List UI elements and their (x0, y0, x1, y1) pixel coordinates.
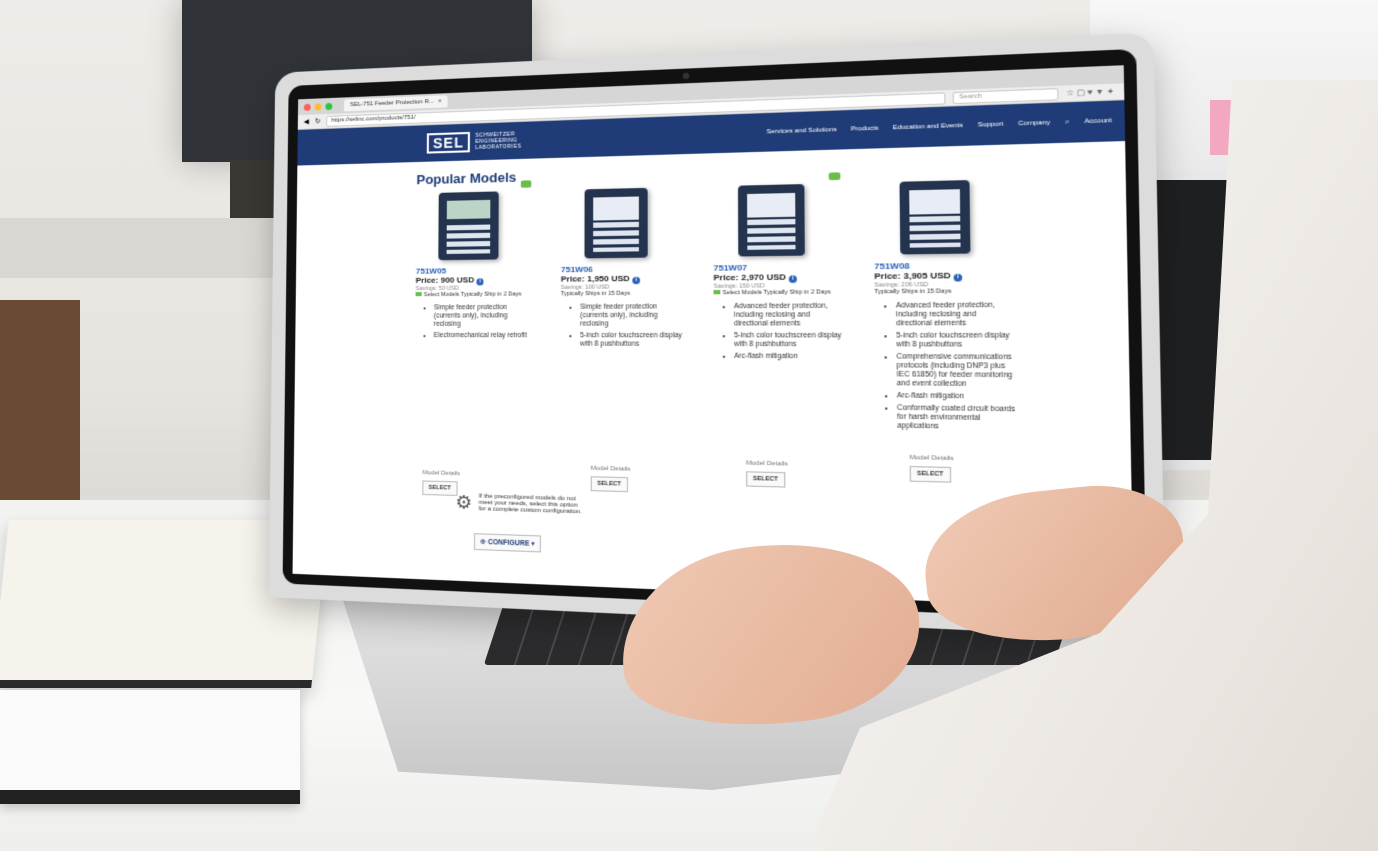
shipping-text: Select Models Typically Ship in 2 Days (722, 289, 831, 297)
model-details-link[interactable]: Model Details (422, 470, 460, 477)
feature-list: Simple feeder protection (currents only)… (561, 303, 687, 349)
feature-item: Advanced feeder protection, including re… (896, 301, 1015, 328)
feature-item: Electromechanical relay retrofit (434, 332, 535, 340)
nav-support[interactable]: Support (978, 121, 1004, 130)
nav-services[interactable]: Services and Solutions (766, 126, 836, 136)
info-icon[interactable]: i (953, 273, 963, 282)
model-card: 751W08 Price: 3,905 USD i Savings: 206 U… (873, 179, 1016, 483)
model-shipping: Typically Ships in 15 Days (874, 288, 952, 296)
background-desk (0, 218, 300, 278)
browser-search-input[interactable]: Search (952, 87, 1059, 104)
model-details-link[interactable]: Model Details (591, 466, 631, 473)
feature-item: Simple feeder protection (currents only)… (434, 304, 535, 329)
price-text: Price: 2,970 USD (713, 272, 787, 283)
fast-ship-icon (828, 172, 841, 181)
minimize-window-icon[interactable] (314, 102, 322, 111)
select-button[interactable]: SELECT (746, 471, 786, 488)
papers-stack (0, 690, 300, 804)
shipping-text: Select Models Typically Ship in 2 Days (423, 291, 522, 299)
nav-account[interactable]: Account (1084, 117, 1112, 126)
feature-list: Advanced feeder protection, including re… (714, 302, 847, 361)
select-button[interactable]: SELECT (909, 466, 951, 483)
model-card: 751W07 Price: 2,970 USD i Savings: 150 U… (713, 172, 847, 488)
model-details-link[interactable]: Model Details (746, 460, 788, 467)
logo-text: SCHWEITZER ENGINEERING LABORATORIES (475, 131, 522, 152)
select-button[interactable]: SELECT (590, 476, 628, 493)
gears-icon: ⚙ (455, 491, 473, 514)
toolbar-extension-icons[interactable]: ☆▢♥▼✦ (1066, 87, 1116, 98)
feature-item: Comprehensive communications protocols (… (896, 353, 1015, 390)
model-actions: Model Details SELECT (910, 455, 955, 483)
custom-config-text: If the preconfigured models do not meet … (478, 493, 582, 516)
back-icon[interactable]: ◀ (304, 118, 309, 126)
sel-logo[interactable]: SEL SCHWEITZER ENGINEERING LABORATORIES (426, 130, 528, 154)
feature-item: Advanced feeder protection, including re… (734, 302, 846, 328)
info-icon[interactable]: i (632, 276, 640, 285)
tab-title: SEL-751 Feeder Protection R... (349, 98, 435, 109)
office-scene: SEL-751 Feeder Protection R... × ◀ ↻ htt… (0, 0, 1378, 851)
nav-education[interactable]: Education and Events (893, 122, 963, 132)
select-button[interactable]: SELECT (422, 480, 458, 496)
custom-config-note: ⚙ If the preconfigured models do not mee… (455, 491, 583, 516)
maximize-window-icon[interactable] (325, 102, 333, 110)
background-cabinet (0, 300, 80, 500)
feature-item: Arc-flash mitigation (897, 392, 1016, 402)
price-text: Price: 1,950 USD (560, 273, 630, 284)
price-text: Price: 900 USD (415, 275, 475, 285)
model-shipping: Select Models Typically Ship in 2 Days (415, 291, 536, 299)
fast-ship-icon (520, 180, 532, 188)
configure-label: CONFIGURE (487, 538, 530, 548)
model-card: 751W05 Price: 900 USD i Savings: 50 USD … (415, 180, 536, 496)
tab-close-icon[interactable]: × (438, 95, 442, 107)
model-list: 751W05 Price: 900 USD i Savings: 50 USD … (415, 172, 1131, 496)
relay-device-image (737, 184, 805, 257)
info-icon[interactable]: i (476, 278, 484, 286)
feature-item: Simple feeder protection (currents only)… (580, 303, 687, 329)
main-nav: Services and Solutions Products Educatio… (766, 117, 1112, 136)
page-content: Popular Models 751W05 Price: 900 USD i S… (294, 141, 1131, 553)
configure-button[interactable]: ⊕ CONFIGURE ▾ (473, 533, 542, 553)
model-card: 751W06 Price: 1,950 USD i Savings: 100 U… (560, 187, 687, 493)
feature-item: 5-inch color touchscreen display with 8 … (896, 332, 1015, 350)
reload-icon[interactable]: ↻ (315, 117, 321, 125)
relay-device-image (899, 180, 971, 255)
search-icon[interactable]: ⌕ (1065, 119, 1069, 127)
close-window-icon[interactable] (303, 103, 311, 111)
model-shipping: Select Models Typically Ship in 2 Days (713, 289, 847, 297)
feature-item: Arc-flash mitigation (734, 353, 846, 362)
nav-company[interactable]: Company (1018, 119, 1050, 128)
model-actions: Model Details SELECT (590, 466, 631, 493)
relay-device-image (584, 187, 648, 259)
price-text: Price: 3,905 USD (874, 270, 951, 282)
feature-list: Simple feeder protection (currents only)… (415, 304, 535, 341)
info-icon[interactable]: i (788, 275, 797, 283)
model-actions: Model Details SELECT (746, 460, 788, 488)
relay-device-image (438, 191, 499, 261)
model-actions: Model Details SELECT (422, 470, 460, 496)
feature-item: Conformally coated circuit boards for ha… (897, 404, 1016, 433)
logo-mark: SEL (426, 131, 471, 154)
truck-icon (415, 292, 422, 297)
feature-item: 5-inch color touchscreen display with 8 … (734, 332, 846, 350)
model-details-link[interactable]: Model Details (910, 455, 954, 463)
nav-products[interactable]: Products (851, 125, 879, 134)
webcam-icon (682, 72, 690, 80)
feature-item: 5-inch color touchscreen display with 8 … (580, 332, 687, 349)
model-shipping: Typically Ships in 15 Days (560, 290, 631, 298)
feature-list: Advanced feeder protection, including re… (874, 301, 1016, 432)
truck-icon (713, 289, 721, 295)
